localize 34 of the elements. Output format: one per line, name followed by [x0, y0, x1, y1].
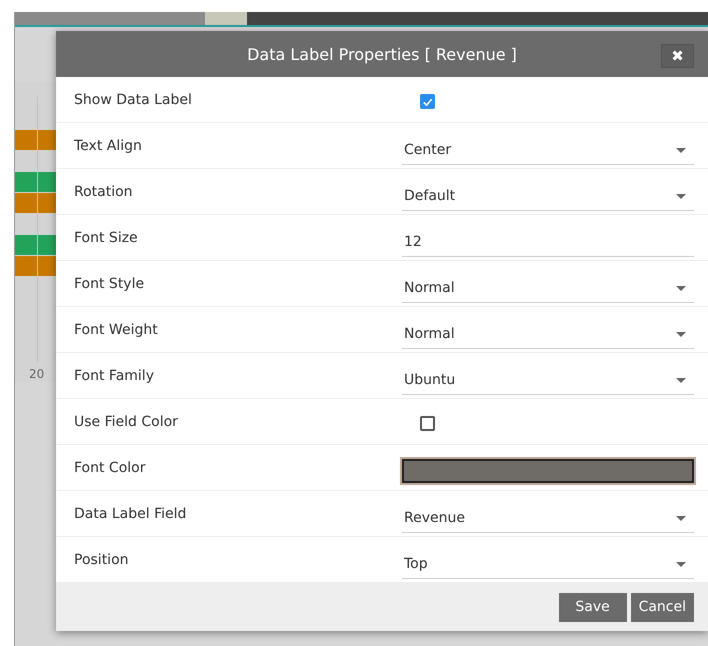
field-label: Font Family	[73, 368, 155, 384]
field-label: Use Field Color	[73, 414, 179, 430]
dropdown[interactable]: Center	[402, 136, 694, 165]
caret-icon	[676, 194, 686, 198]
dropdown[interactable]: Normal	[402, 274, 694, 303]
dialog-button[interactable]: Save	[558, 592, 627, 622]
field-label: Data Label Field	[73, 506, 188, 522]
field-label: Rotation	[73, 184, 134, 200]
dialog-button[interactable]: Cancel	[630, 592, 694, 622]
checkbox[interactable]	[420, 416, 435, 431]
dropdown[interactable]: Revenue	[402, 504, 694, 533]
field-label: Font Color	[73, 460, 146, 476]
caret-icon	[676, 378, 686, 382]
close-button[interactable]: ✖	[661, 44, 694, 68]
field-label: Font Weight	[73, 322, 159, 338]
dropdown[interactable]: Top	[402, 550, 694, 579]
caret-icon	[676, 562, 686, 566]
axis-label: 20	[29, 367, 44, 381]
caret-icon	[676, 332, 686, 336]
field-label: Font Style	[73, 276, 146, 292]
caret-icon	[676, 148, 686, 152]
dropdown[interactable]: Normal	[402, 320, 694, 349]
field-label: Show Data Label	[73, 92, 193, 108]
caret-icon	[676, 516, 686, 520]
color-picker[interactable]	[402, 458, 694, 482]
field-label: Font Size	[73, 230, 139, 246]
dropdown[interactable]: Ubuntu	[402, 366, 694, 395]
dropdown[interactable]: Default	[402, 182, 694, 211]
caret-icon	[676, 286, 686, 290]
checkbox[interactable]	[420, 94, 435, 109]
dialog-title: Data Label Properties [ Revenue ]	[247, 44, 517, 64]
field-label: Text Align	[73, 138, 143, 154]
input-field[interactable]: 12	[402, 228, 694, 257]
field-label: Position	[73, 552, 130, 568]
